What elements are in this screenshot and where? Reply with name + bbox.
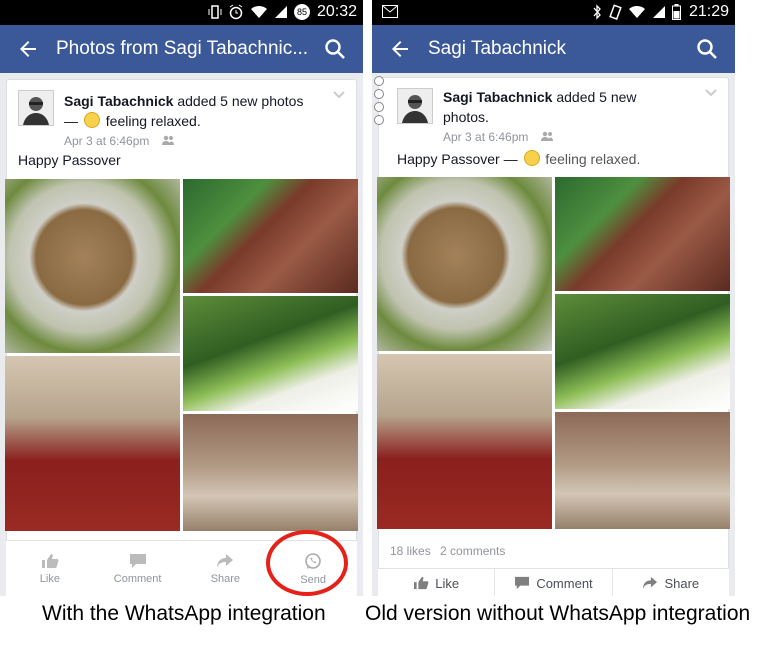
photo-grid (5, 179, 358, 531)
friends-privacy-icon (540, 131, 553, 141)
likes-count[interactable]: 18 likes (390, 544, 431, 558)
photo-lentils-bowl[interactable] (377, 177, 552, 351)
photo-herbs-coins[interactable] (555, 177, 730, 291)
app-bar: Sagi Tabachnick (372, 25, 735, 73)
chevron-down-icon[interactable] (332, 90, 346, 100)
author-name[interactable]: Sagi Tabachnick (443, 89, 552, 105)
back-arrow-icon[interactable] (16, 37, 40, 61)
comments-count[interactable]: 2 comments (440, 544, 505, 558)
post-headline: Sagi Tabachnick added 5 new photos — fee… (64, 91, 304, 151)
thumbs-up-icon (414, 576, 429, 590)
share-button[interactable]: Share (182, 541, 270, 596)
comment-button[interactable]: Comment (495, 569, 613, 596)
post-action-bar: Like Comment Share (378, 568, 729, 596)
author-name[interactable]: Sagi Tabachnick (64, 93, 173, 109)
avatar[interactable] (18, 90, 54, 126)
status-bar: 85 20:32 (0, 0, 363, 25)
photo-lentils-bowl[interactable] (5, 179, 180, 353)
feeling-text: feeling relaxed. (105, 113, 201, 129)
post-caption: Happy Passover — feeling relaxed. (397, 150, 640, 167)
share-label: Share (210, 573, 241, 585)
highlight-circle (266, 530, 348, 596)
post-date[interactable]: Apr 3 at 6:46pm (64, 134, 149, 148)
like-button[interactable]: Like (6, 541, 94, 596)
rotate-icon (609, 4, 622, 20)
battery-icon: 85 (294, 4, 310, 20)
avatar[interactable] (397, 88, 433, 124)
caption-right: Old version without WhatsApp integration (365, 602, 751, 625)
photo-parsley-eggs[interactable] (183, 296, 358, 411)
comment-button[interactable]: Comment (94, 541, 182, 596)
photo-glass-table[interactable] (183, 414, 358, 531)
page-title: Sagi Tabachnick (428, 38, 567, 59)
relaxed-face-icon (83, 112, 100, 128)
photo-herbs-coins[interactable] (183, 179, 358, 293)
search-icon[interactable] (323, 37, 347, 61)
post-headline: Sagi Tabachnick added 5 new photos. Apr … (443, 87, 683, 147)
relaxed-face-icon (523, 150, 540, 166)
photo-grid (377, 177, 730, 529)
status-time: 21:29 (688, 3, 729, 20)
post-stats: 18 likes 2 comments (390, 544, 511, 558)
status-icons (592, 4, 681, 20)
caption-left: With the WhatsApp integration (42, 602, 326, 625)
battery-icon (672, 4, 681, 20)
share-label: Share (664, 575, 700, 591)
app-bar: Photos from Sagi Tabachnic... (0, 25, 363, 73)
comment-icon (515, 576, 530, 590)
share-button[interactable]: Share (613, 569, 729, 596)
bluetooth-icon (593, 4, 601, 20)
search-icon[interactable] (695, 37, 719, 61)
signal-icon (275, 6, 287, 18)
comment-label: Comment (113, 573, 162, 585)
alarm-icon (229, 4, 243, 20)
comment-label: Comment (536, 575, 593, 591)
post-date[interactable]: Apr 3 at 6:46pm (443, 130, 528, 144)
phone-without-whatsapp: 21:29 Sagi Tabachnick Sagi Tabachnick ad… (372, 0, 735, 596)
like-label: Like (435, 575, 460, 591)
post-caption: Happy Passover (18, 152, 121, 168)
friends-privacy-icon (161, 135, 174, 145)
chevron-down-icon[interactable] (704, 88, 718, 98)
feeling-text: feeling relaxed. (545, 151, 641, 167)
share-icon (217, 554, 234, 568)
wifi-icon (629, 5, 645, 18)
page-title: Photos from Sagi Tabachnic... (56, 38, 309, 59)
post-meta: Apr 3 at 6:46pm (64, 131, 304, 151)
photo-people-seder[interactable] (377, 354, 552, 529)
like-button[interactable]: Like (378, 569, 496, 596)
like-label: Like (39, 573, 60, 585)
vibrate-icon (208, 5, 222, 19)
photo-glass-table[interactable] (555, 412, 730, 529)
thumbs-up-icon (41, 554, 59, 568)
status-icons: 85 (208, 4, 310, 20)
status-bar: 21:29 (372, 0, 735, 25)
phone-with-whatsapp: 85 20:32 Photos from Sagi Tabachnic... S… (0, 0, 363, 596)
share-icon (643, 576, 658, 590)
overlay-dots (374, 76, 384, 128)
wifi-icon (251, 5, 267, 18)
gmail-notification-icon (382, 5, 398, 18)
photo-parsley-eggs[interactable] (555, 294, 730, 409)
comment-icon (129, 554, 146, 568)
status-time: 20:32 (316, 3, 357, 20)
photo-people-seder[interactable] (5, 356, 180, 531)
caption-text: Happy Passover — (397, 151, 522, 167)
signal-icon (653, 6, 665, 18)
back-arrow-icon[interactable] (388, 37, 412, 61)
post-meta: Apr 3 at 6:46pm (443, 127, 683, 147)
